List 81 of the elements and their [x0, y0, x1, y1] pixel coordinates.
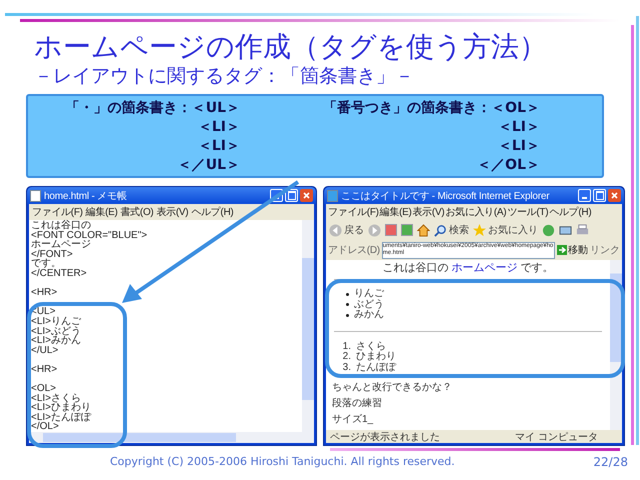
scrollbar[interactable] [610, 260, 622, 430]
tag-text: ＜LI＞ [498, 137, 540, 156]
window-title: ここはタイトルです - Microsoft Internet Explorer [341, 190, 550, 202]
menu-item[interactable]: ファイル(F) [328, 205, 379, 219]
list-item: りんご [354, 289, 384, 300]
list-item: ぶどう [354, 300, 384, 310]
close-button[interactable] [300, 189, 313, 202]
list-item: さくら [356, 342, 386, 352]
search-icon [434, 224, 447, 236]
bullet-icon [346, 292, 349, 296]
menu-item[interactable]: 表示(V) [412, 205, 444, 219]
paragraph: ちゃんと改行できるかな？ [332, 382, 453, 393]
maximize-button[interactable] [593, 189, 606, 202]
close-button[interactable] [608, 189, 621, 202]
menu-item[interactable]: 編集(E) [86, 205, 118, 219]
menu-item[interactable]: ヘルプ(H) [191, 205, 234, 219]
code-line: <HR> [31, 288, 58, 298]
code-line: ホームページ [31, 240, 92, 250]
tag-text: ＜LI＞ [498, 118, 540, 137]
list-item: ひまわり [356, 352, 396, 362]
tag-text: ＜／OL＞ [477, 156, 540, 175]
menu-item[interactable]: ファイル(F) [32, 205, 83, 219]
code-line: <LI>ぶどう [31, 326, 82, 336]
favorites-button[interactable]: お気に入り [473, 223, 538, 237]
bullet-icon [346, 303, 349, 306]
list-item: たんぽぽ [356, 362, 396, 373]
tag-text: ＜LI＞ [198, 118, 240, 137]
address-label: アドレス(D) [328, 244, 380, 257]
code-line: これは谷口の [31, 221, 92, 231]
list-number: 3. [342, 362, 351, 373]
zone-text: マイ コンピュータ [515, 430, 598, 444]
menu-item[interactable]: 編集(E) [380, 205, 412, 219]
page-heading: これは谷口の ホームページ です。 [381, 262, 555, 275]
code-line: <HR> [31, 364, 58, 374]
list-number: 2. [342, 352, 351, 362]
paragraph: 段落の練習 [332, 398, 383, 409]
star-icon [473, 224, 486, 236]
maximize-button[interactable] [285, 189, 298, 202]
window-title: home.html - メモ帳 [44, 190, 128, 202]
menu-item[interactable]: ツール(T) [507, 205, 548, 219]
arrow-icon [557, 245, 567, 255]
paragraph: サイズ1_ [332, 414, 374, 425]
home-icon[interactable] [417, 224, 430, 236]
code-line: </FONT> [31, 250, 74, 260]
list-item: みかん [354, 310, 384, 320]
menu-item[interactable]: 表示(V) [156, 205, 188, 219]
status-text: ページが表示されました [330, 430, 440, 444]
browser-icon [327, 190, 338, 202]
horizontal-scrollbar[interactable] [29, 432, 314, 443]
code-line: <LI>みかん [31, 336, 82, 346]
minimize-button[interactable] [578, 189, 591, 202]
notepad-icon [30, 190, 41, 202]
code-line: <OL> [31, 384, 56, 394]
tag-text: ＜LI＞ [198, 137, 240, 156]
code-line: </UL> [31, 346, 60, 356]
code-line: です。 [31, 259, 61, 269]
menu-item[interactable]: お気に入り(A) [445, 205, 506, 219]
go-button[interactable]: 移動 [557, 243, 588, 257]
slide-subtitle: －レイアウトに関するタグ：「箇条書き」－ [34, 64, 415, 88]
code-line: </CENTER> [31, 268, 88, 279]
search-button[interactable]: 検索 [434, 223, 469, 237]
links-button[interactable]: リンク [590, 243, 620, 257]
list-number: 1. [342, 342, 351, 352]
back-button[interactable]: 戻る [329, 223, 364, 237]
slide-title: ホームページの作成（タグを使う方法） [34, 30, 548, 64]
code-line: <LI>ひまわり [31, 403, 92, 413]
menu-item[interactable]: ヘルプ(H) [549, 205, 592, 219]
copyright-text: Copyright (C) 2005-2006 Hiroshi Taniguchi. All rights reserved. [110, 455, 455, 469]
callout-heading: 「番号つき」の箇条書き：＜OL＞ [323, 99, 540, 118]
printer-icon[interactable] [576, 224, 589, 236]
code-line: <LI>りんご [31, 316, 82, 327]
scrollbar[interactable] [302, 220, 314, 432]
code-line: </OL> [31, 422, 59, 432]
page-number: 22/28 [593, 455, 628, 469]
code-line: <FONT COLOR="BLUE"> [31, 230, 148, 240]
callout-heading: 「・」の箇条書き：＜UL＞ [66, 99, 240, 118]
code-line: <LI>たんぽぽ [31, 412, 92, 422]
menu-item[interactable]: 書式(O) [120, 205, 154, 219]
tag-text: ＜／UL＞ [178, 156, 240, 175]
bullet-icon [346, 314, 349, 317]
code-line: <LI>さくら [31, 394, 82, 404]
